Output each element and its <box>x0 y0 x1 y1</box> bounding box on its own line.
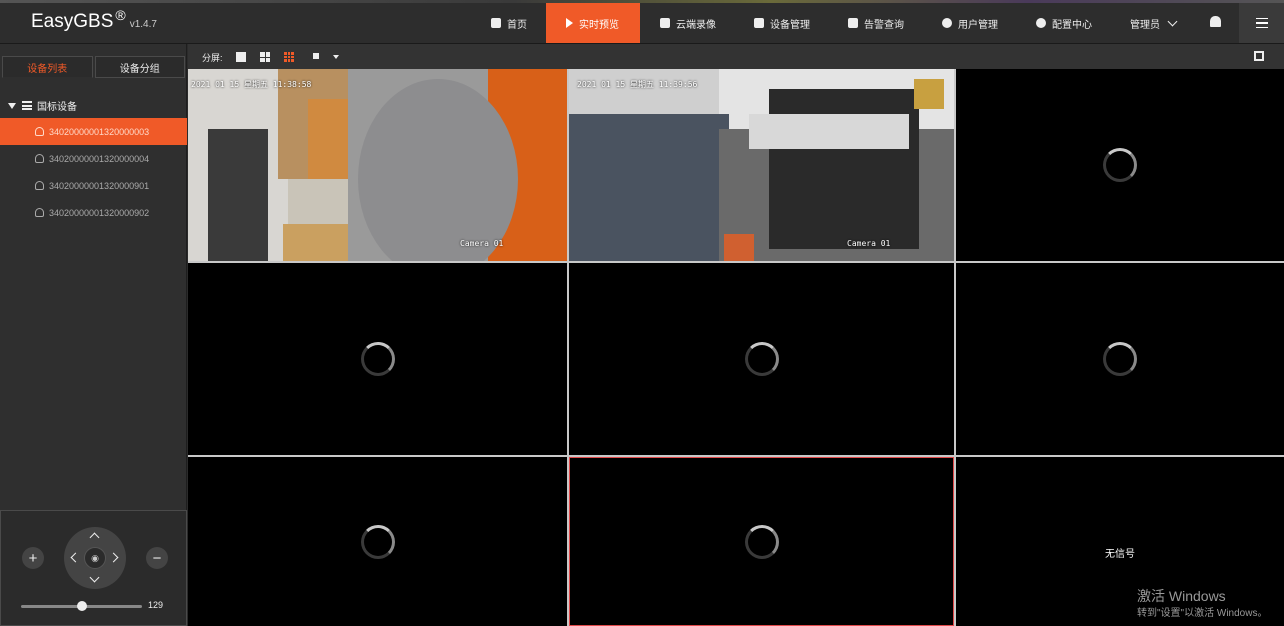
ptz-control-panel: + ◉ − 129 <box>0 510 187 626</box>
no-signal-text: 无信号 <box>1105 549 1135 560</box>
more-splits-icon[interactable] <box>313 53 319 59</box>
ptz-speed-slider-handle[interactable] <box>76 601 87 611</box>
hamburger-menu-button[interactable] <box>1239 3 1284 43</box>
play-icon <box>566 18 573 28</box>
sidebar-tabs: 设备列表 设备分组 <box>2 56 187 78</box>
ptz-up-button[interactable] <box>89 532 100 543</box>
device-item[interactable]: 34020000001320000004 <box>0 145 187 172</box>
dashboard-icon <box>491 18 501 28</box>
video-cell[interactable]: 2021 01 15 星期五 11:39:56 Camera 01 <box>569 69 954 261</box>
gear-icon <box>1036 18 1046 28</box>
alarm-icon <box>848 18 858 28</box>
app-brand[interactable]: EasyGBS ®v1.4.7 <box>31 7 157 33</box>
windows-activation-title: 激活 Windows <box>1137 588 1226 604</box>
chevron-down-icon <box>1167 16 1178 26</box>
video-cell[interactable] <box>188 457 567 626</box>
microphone-icon: ◉ <box>91 552 99 563</box>
split-1-icon[interactable] <box>236 52 246 62</box>
loading-spinner-icon <box>1103 148 1137 182</box>
split-9-icon[interactable] <box>284 52 294 62</box>
ptz-right-button[interactable] <box>108 552 119 563</box>
device-id: 34020000001320000004 <box>49 153 150 164</box>
camera-feed-image <box>569 69 954 261</box>
zoom-out-button[interactable]: − <box>146 547 168 569</box>
list-icon <box>754 18 764 28</box>
loading-spinner-icon <box>360 342 395 376</box>
user-name: 管理员 <box>1130 19 1160 31</box>
video-cell-selected[interactable] <box>569 457 954 626</box>
caret-down-icon[interactable] <box>8 102 16 109</box>
bell-icon[interactable] <box>1210 16 1221 27</box>
app-version: v1.4.7 <box>129 19 157 30</box>
camera-icon <box>35 154 44 163</box>
device-item[interactable]: 34020000001320000003 <box>0 118 187 145</box>
brand-name: EasyGBS <box>31 11 114 32</box>
video-camera-icon <box>660 18 670 28</box>
osd-camera-name: Camera 01 <box>847 239 891 248</box>
ptz-left-button[interactable] <box>70 552 81 563</box>
loading-spinner-icon <box>360 524 395 559</box>
camera-feed-image <box>188 69 567 261</box>
nav-item-device-manage[interactable]: 设备管理 <box>734 3 828 43</box>
tab-device-list[interactable]: 设备列表 <box>2 56 93 78</box>
nav-item-alarm-query[interactable]: 告警查询 <box>828 3 922 43</box>
sidebar: 设备列表 设备分组 国标设备 34020000001320000003 34020… <box>0 44 187 626</box>
top-bar: EasyGBS ®v1.4.7 首页 实时预览 云端录像 设备管理 告警查询 用户… <box>0 0 1284 44</box>
video-cell[interactable] <box>188 263 567 455</box>
ptz-center-button[interactable]: ◉ <box>84 547 106 569</box>
tree-root-label: 国标设备 <box>37 102 77 113</box>
video-cell[interactable]: 2021 01 15 星期五 11:38:58 Camera 01 <box>188 69 567 261</box>
nav-item-live[interactable]: 实时预览 <box>546 3 640 43</box>
database-icon <box>22 101 32 110</box>
brand-reg-mark: ® <box>115 7 126 23</box>
loading-spinner-icon <box>1103 342 1137 376</box>
device-item[interactable]: 34020000001320000902 <box>0 199 187 226</box>
split-4-icon[interactable] <box>260 52 270 62</box>
zoom-in-button[interactable]: + <box>22 547 44 569</box>
tree-root-gb-devices[interactable]: 国标设备 <box>8 98 77 113</box>
windows-activation-hint: 转到"设置"以激活 Windows。 <box>1137 608 1268 619</box>
camera-icon <box>35 127 44 136</box>
main-nav: 首页 实时预览 云端录像 设备管理 告警查询 用户管理 配置中心 <box>480 3 1110 43</box>
loading-spinner-icon <box>744 524 779 559</box>
device-list: 34020000001320000003 34020000001320000004… <box>0 118 187 226</box>
video-cell[interactable] <box>956 263 1284 455</box>
nav-item-user-manage[interactable]: 用户管理 <box>922 3 1016 43</box>
nav-item-cloud-record[interactable]: 云端录像 <box>640 3 734 43</box>
video-cell[interactable] <box>569 263 954 455</box>
device-id: 34020000001320000902 <box>49 207 150 218</box>
fullscreen-icon[interactable] <box>1254 51 1264 61</box>
camera-icon <box>35 208 44 217</box>
ptz-speed-slider[interactable] <box>21 601 142 611</box>
device-id: 34020000001320000003 <box>49 126 150 137</box>
split-label: 分屏: <box>202 53 223 63</box>
video-grid: 2021 01 15 星期五 11:38:58 Camera 01 2021 0… <box>188 69 1284 626</box>
osd-camera-name: Camera 01 <box>460 239 504 248</box>
osd-timestamp: 2021 01 15 星期五 11:39:56 <box>577 80 698 89</box>
loading-spinner-icon <box>744 342 779 376</box>
tab-device-group[interactable]: 设备分组 <box>94 56 185 78</box>
nav-item-config[interactable]: 配置中心 <box>1016 3 1110 43</box>
ptz-speed-value: 129 <box>148 600 164 610</box>
ptz-direction-pad: ◉ <box>64 527 126 589</box>
split-toolbar: 分屏: <box>188 44 1284 69</box>
camera-icon <box>35 181 44 190</box>
video-cell[interactable] <box>956 69 1284 261</box>
osd-timestamp: 2021 01 15 星期五 11:38:58 <box>191 80 312 89</box>
device-item[interactable]: 34020000001320000901 <box>0 172 187 199</box>
caret-down-icon[interactable] <box>333 55 339 59</box>
nav-item-home[interactable]: 首页 <box>480 3 546 43</box>
device-id: 34020000001320000901 <box>49 180 150 191</box>
user-icon <box>942 18 952 28</box>
ptz-down-button[interactable] <box>89 572 100 583</box>
user-menu[interactable]: 管理员 <box>1130 3 1178 43</box>
video-cell[interactable]: 无信号 <box>956 457 1284 626</box>
